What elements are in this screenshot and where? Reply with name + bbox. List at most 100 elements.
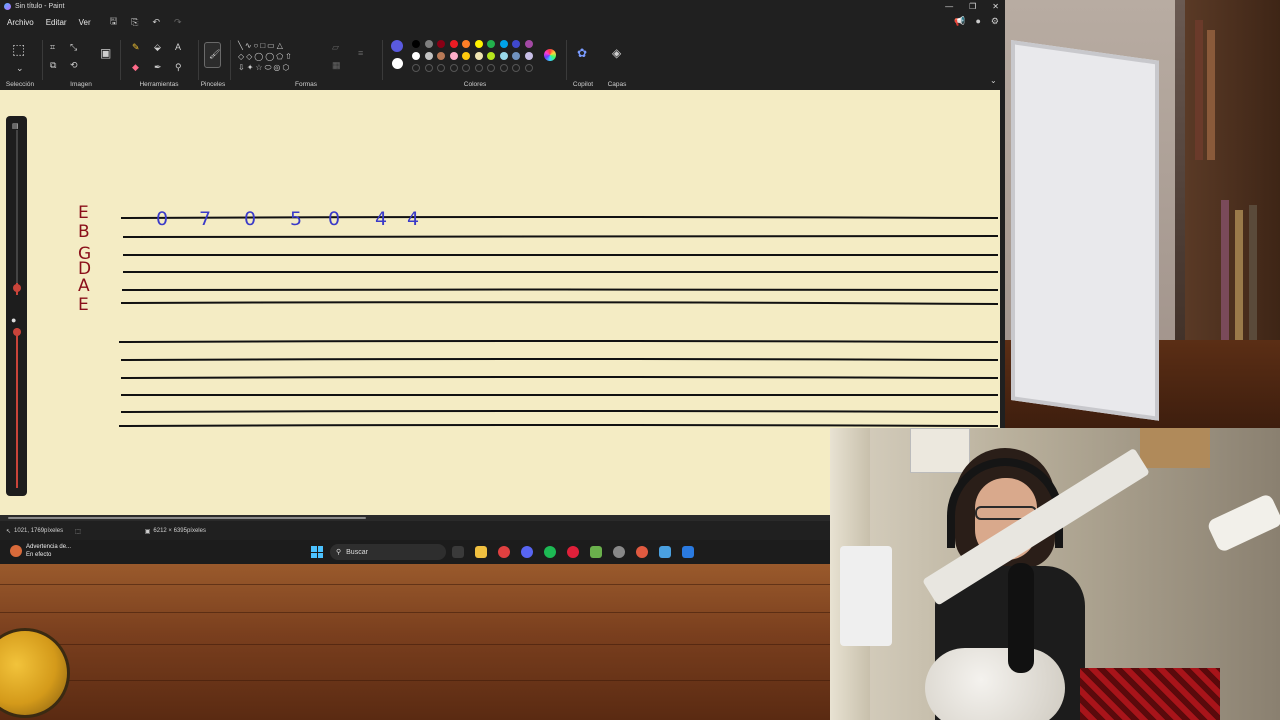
- color-swatch[interactable]: [499, 40, 508, 48]
- restore-icon[interactable]: ❐: [969, 2, 976, 11]
- color-swatch[interactable]: [412, 52, 420, 60]
- cursor-position: 1021, 1769píxeles: [14, 528, 64, 534]
- color-swatch[interactable]: [487, 52, 495, 60]
- staff-line: [121, 288, 999, 291]
- color-swatch[interactable]: [449, 52, 458, 60]
- close-icon[interactable]: ✕: [992, 2, 999, 11]
- empty-color-swatch[interactable]: [487, 64, 495, 72]
- empty-color-swatch[interactable]: [474, 64, 483, 72]
- color-swatch[interactable]: [462, 52, 470, 60]
- shapes-gallery[interactable]: ╲∿○□▭△ ◇◇◯◯⬠⇧ ⇩✦☆⬭◎⬡: [238, 40, 326, 73]
- brush-button[interactable]: 🖌: [204, 42, 221, 68]
- color-swatch[interactable]: [487, 40, 495, 48]
- color-swatch[interactable]: [437, 40, 445, 48]
- menu-file[interactable]: Archivo: [7, 18, 34, 27]
- color-swatch[interactable]: [424, 40, 433, 48]
- menu-view[interactable]: Ver: [79, 18, 91, 27]
- text-tool-icon[interactable]: A: [175, 42, 181, 52]
- color-picker-icon[interactable]: ✒: [154, 62, 162, 72]
- fill-shape-icon[interactable]: ▦: [332, 60, 341, 70]
- color-swatch[interactable]: [412, 40, 420, 48]
- resize-icon[interactable]: ⤡: [70, 42, 77, 52]
- color-wheel-icon[interactable]: [544, 49, 556, 61]
- settings-icon[interactable]: ⚙: [991, 16, 999, 27]
- outline-icon[interactable]: ▱: [332, 42, 339, 52]
- empty-color-swatch[interactable]: [524, 64, 533, 72]
- image-tool-icon[interactable]: ▣: [100, 47, 111, 59]
- color-swatch[interactable]: [424, 52, 433, 60]
- color-swatch[interactable]: [524, 40, 533, 48]
- redo-icon[interactable]: ↷: [174, 17, 182, 28]
- paint-icon[interactable]: [659, 546, 671, 558]
- color-swatch[interactable]: [499, 52, 508, 60]
- color-swatch[interactable]: [462, 40, 470, 48]
- staff-line: [120, 358, 999, 361]
- menu-edit[interactable]: Editar: [46, 18, 67, 27]
- screen: Sin título - Paint — ❐ ✕ Archivo Editar …: [0, 0, 1280, 720]
- brush-size-icon[interactable]: ●: [11, 315, 16, 325]
- empty-color-swatch[interactable]: [462, 64, 470, 72]
- empty-color-swatch[interactable]: [449, 64, 458, 72]
- undo-icon[interactable]: ↶: [152, 17, 160, 28]
- pencil-icon[interactable]: ✎: [132, 42, 140, 52]
- save-icon[interactable]: 🖫: [110, 14, 118, 30]
- divider: [42, 40, 43, 80]
- announce-icon[interactable]: 📢: [954, 16, 965, 27]
- window-title: Sin título - Paint: [15, 2, 65, 10]
- color-swatch[interactable]: [524, 52, 533, 60]
- string-letter: E: [78, 295, 89, 315]
- staff-line: [120, 393, 999, 396]
- opacity-slider[interactable]: [16, 130, 18, 295]
- line-width-icon[interactable]: ≡: [358, 48, 363, 58]
- color-swatch[interactable]: [437, 52, 445, 60]
- canvas-size-icon: ▣: [144, 528, 151, 535]
- size-slider[interactable]: [16, 328, 18, 488]
- eraser-icon[interactable]: ◆: [132, 62, 139, 72]
- task-view-icon[interactable]: [452, 546, 464, 558]
- color-swatch[interactable]: [512, 52, 520, 60]
- copilot-icon[interactable]: ✿: [577, 47, 587, 59]
- empty-color-swatch[interactable]: [424, 64, 433, 72]
- zoom-fit-icon[interactable]: ▤: [12, 122, 19, 130]
- slider-handle[interactable]: [13, 328, 21, 336]
- color-swatch[interactable]: [474, 52, 483, 60]
- crop-icon[interactable]: ⌗: [50, 42, 55, 52]
- color-swatch[interactable]: [512, 40, 520, 48]
- notification[interactable]: Advertencia de... En efecto: [10, 543, 71, 559]
- empty-color-swatch[interactable]: [512, 64, 520, 72]
- obs-icon[interactable]: [613, 546, 625, 558]
- fill-icon[interactable]: ⬙: [154, 42, 161, 52]
- primary-color-swatch[interactable]: [391, 40, 403, 52]
- empty-color-swatch[interactable]: [499, 64, 508, 72]
- rotate-icon[interactable]: ⟲: [70, 60, 78, 70]
- slider-handle[interactable]: [13, 284, 21, 292]
- empty-color-swatch[interactable]: [437, 64, 445, 72]
- opera-icon[interactable]: [567, 546, 579, 558]
- selection-tool-icon[interactable]: ⬚: [12, 42, 25, 56]
- scrollbar-thumb[interactable]: [8, 517, 366, 519]
- discord-icon[interactable]: [521, 546, 533, 558]
- minimize-icon[interactable]: —: [945, 2, 953, 11]
- app-icon[interactable]: [682, 546, 694, 558]
- spotify-icon[interactable]: [544, 546, 556, 558]
- start-icon[interactable]: [311, 546, 323, 558]
- app-icon[interactable]: [590, 546, 602, 558]
- secondary-color-swatch[interactable]: [392, 58, 403, 69]
- chrome-icon[interactable]: [498, 546, 510, 558]
- browser-icon[interactable]: [636, 546, 648, 558]
- book: [1207, 30, 1215, 160]
- chevron-down-icon[interactable]: ⌄: [16, 63, 24, 73]
- account-icon[interactable]: ●: [975, 16, 980, 27]
- book: [1195, 20, 1203, 160]
- file-explorer-icon[interactable]: [475, 546, 487, 558]
- color-swatch[interactable]: [474, 40, 483, 48]
- magnifier-icon[interactable]: ⚲: [175, 62, 182, 72]
- share-icon[interactable]: ⎘: [131, 17, 138, 28]
- layers-icon[interactable]: ◈: [612, 47, 621, 59]
- color-swatch[interactable]: [449, 40, 458, 48]
- empty-color-swatch[interactable]: [412, 64, 420, 72]
- fret-number: 5: [290, 208, 302, 230]
- search-input[interactable]: ⚲ Buscar: [330, 544, 446, 560]
- chevron-down-icon[interactable]: ⌄: [990, 76, 997, 86]
- remove-background-icon[interactable]: ⧉: [50, 60, 56, 70]
